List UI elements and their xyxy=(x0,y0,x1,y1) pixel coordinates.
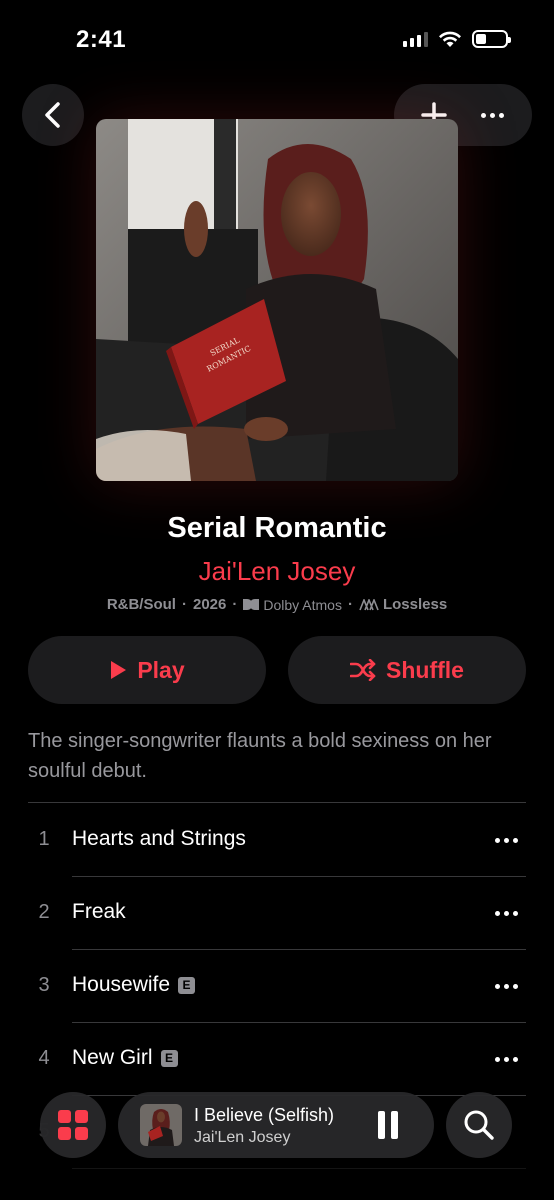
status-icons xyxy=(403,30,511,48)
shuffle-button[interactable]: Shuffle xyxy=(288,636,526,704)
now-playing-title: I Believe (Selfish) xyxy=(194,1105,335,1125)
track-title: Freak xyxy=(72,900,126,923)
play-label: Play xyxy=(137,656,185,683)
lossless-label: Lossless xyxy=(382,596,448,613)
track-title: Housewife xyxy=(72,973,171,996)
track-more-icon[interactable] xyxy=(495,838,518,843)
wifi-icon xyxy=(439,31,461,47)
track-number: 3 xyxy=(38,974,50,996)
album-title: Serial Romantic xyxy=(167,512,387,544)
album-artwork: SERIAL ROMANTIC xyxy=(96,119,458,481)
search-button[interactable] xyxy=(446,1092,512,1158)
track-number: 4 xyxy=(38,1047,50,1069)
mini-player[interactable]: I Believe (Selfish) Jai'Len Josey xyxy=(118,1092,434,1158)
bottom-bar: I Believe (Selfish) Jai'Len Josey xyxy=(0,1092,554,1164)
dolby-atmos-label: Dolby Atmos xyxy=(263,596,342,613)
artist-link[interactable]: Jai'Len Josey xyxy=(0,556,554,587)
album-meta: R&B/Soul · 2026 · Dolby Atmos · Lossless xyxy=(106,596,448,613)
chevron-left-icon xyxy=(45,102,60,128)
status-time: 2:41 xyxy=(76,26,127,53)
genre-label: R&B/Soul xyxy=(106,596,176,613)
cellular-signal-icon xyxy=(403,31,428,47)
track-row[interactable]: 3 Housewife E xyxy=(0,950,554,1023)
more-options-button[interactable] xyxy=(468,90,518,140)
explicit-badge: E xyxy=(160,1049,178,1067)
track-title: Hearts and Strings xyxy=(72,827,246,850)
track-title: New Girl xyxy=(72,1046,153,1069)
dolby-icon xyxy=(243,599,260,610)
track-row[interactable]: 2 Freak xyxy=(0,877,554,950)
pause-icon xyxy=(378,1111,385,1139)
track-more-icon[interactable] xyxy=(495,1057,518,1062)
year-label: 2026 xyxy=(192,596,227,613)
lossless-icon xyxy=(359,598,379,610)
play-button[interactable]: Play xyxy=(28,636,266,704)
library-button[interactable] xyxy=(40,1092,106,1158)
play-icon xyxy=(111,661,127,679)
track-row[interactable]: 1 Hearts and Strings xyxy=(0,804,554,877)
status-bar: 2:41 xyxy=(0,0,554,80)
ellipsis-icon xyxy=(481,112,504,118)
track-number: 1 xyxy=(38,828,50,850)
shuffle-icon xyxy=(350,659,376,681)
search-icon xyxy=(464,1110,494,1140)
track-more-icon[interactable] xyxy=(495,911,518,916)
track-number: 2 xyxy=(38,901,50,923)
divider xyxy=(28,802,526,803)
shuffle-label: Shuffle xyxy=(386,656,464,683)
now-playing-artist: Jai'Len Josey xyxy=(194,1129,291,1146)
track-more-icon[interactable] xyxy=(495,984,518,989)
grid-icon xyxy=(58,1110,88,1140)
now-playing-artwork xyxy=(140,1104,182,1146)
divider xyxy=(72,1168,526,1169)
track-row[interactable]: 4 New Girl E xyxy=(0,1023,554,1096)
back-button[interactable] xyxy=(22,84,84,146)
pause-button[interactable] xyxy=(378,1111,398,1139)
explicit-badge: E xyxy=(178,976,196,994)
album-description[interactable]: The singer-songwriter flaunts a bold sex… xyxy=(28,726,518,786)
battery-icon xyxy=(472,30,511,48)
